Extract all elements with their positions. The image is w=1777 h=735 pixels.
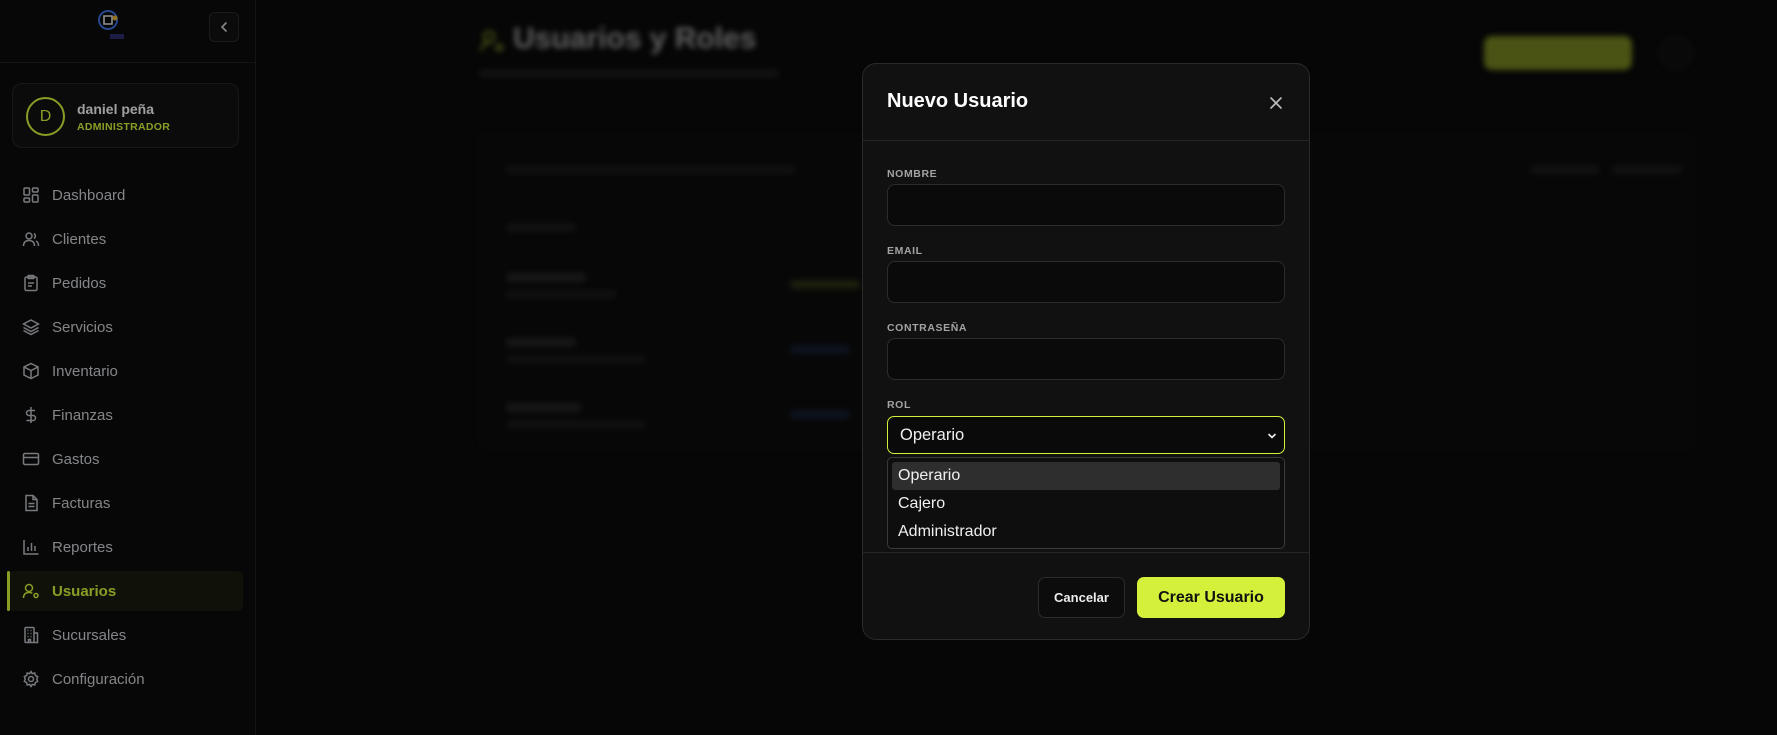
password-label: CONTRASEÑA (887, 322, 968, 334)
modal-footer: Cancelar Crear Usuario (863, 552, 1309, 639)
modal-header: Nuevo Usuario (863, 64, 1309, 141)
app-root: D daniel peña ADMINISTRADOR Dashboard Cl… (0, 0, 1777, 735)
role-option-operario[interactable]: Operario (892, 462, 1280, 490)
close-icon (1270, 97, 1282, 109)
chevron-down-icon (1268, 433, 1276, 439)
create-user-button[interactable]: Crear Usuario (1137, 577, 1285, 618)
email-input[interactable] (887, 261, 1285, 303)
modal-title: Nuevo Usuario (887, 90, 1029, 112)
name-input[interactable] (887, 184, 1285, 226)
password-input[interactable] (887, 338, 1285, 380)
role-option-cajero[interactable]: Cajero (892, 490, 1280, 518)
new-user-modal: Nuevo Usuario NOMBRE EMAIL CONTRASEÑA RO… (862, 63, 1310, 640)
role-label: ROL (887, 399, 911, 411)
email-label: EMAIL (887, 245, 923, 257)
role-select[interactable]: Operario (887, 416, 1285, 454)
role-select-value: Operario (900, 425, 965, 444)
name-label: NOMBRE (887, 168, 938, 180)
close-button[interactable] (1267, 94, 1285, 112)
cancel-button[interactable]: Cancelar (1038, 577, 1125, 618)
role-dropdown: Operario Cajero Administrador (887, 457, 1285, 549)
role-option-administrador[interactable]: Administrador (892, 518, 1280, 546)
